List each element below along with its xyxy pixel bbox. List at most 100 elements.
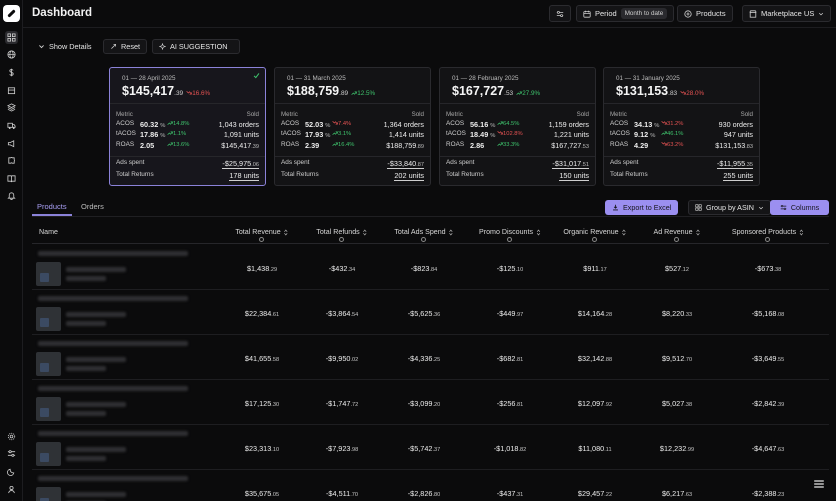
metric-number: 2.86: [470, 141, 485, 150]
column-title: Promo Discounts: [478, 228, 534, 236]
table-cell: $41,655.58: [245, 354, 279, 363]
ads-spent-value[interactable]: -$25,975.06: [222, 159, 259, 169]
user-nav-button[interactable]: [5, 483, 18, 496]
layers-nav-button[interactable]: [5, 101, 18, 114]
ai-suggestion-label: AI SUGGESTION: [170, 42, 228, 51]
ai-suggestion-button[interactable]: AI SUGGESTION: [152, 39, 240, 54]
sold-amount: 1,364 orders: [383, 120, 424, 129]
table-row[interactable]: $17,125.30 -$1,747.72 -$3,099.20 -$256.81 $1…: [32, 380, 829, 425]
reset-button[interactable]: Reset: [103, 39, 148, 54]
product-thumbnail[interactable]: [36, 397, 61, 421]
ads-spent-value[interactable]: -$33,840.87: [387, 159, 424, 169]
metric-unit: %: [160, 123, 166, 129]
table-row[interactable]: $41,655.58 -$9,950.02 -$4,336.25 -$682.81 $3…: [32, 335, 829, 380]
bell-nav-button[interactable]: [5, 189, 18, 202]
sold-amount: $167,727: [551, 141, 582, 150]
period-card[interactable]: 01 — 28 February 2025 $167,727.53 27.9% Met…: [439, 67, 596, 186]
total-amount: $145,417: [122, 84, 175, 98]
tab-orders[interactable]: Orders: [81, 202, 104, 211]
info-icon[interactable]: [421, 237, 426, 242]
cell-cents: .88: [604, 357, 613, 363]
truck-nav-button[interactable]: [5, 119, 18, 132]
card-date-range: 01 — 28 April 2025: [122, 75, 176, 82]
box-icon: [7, 87, 16, 95]
table-row[interactable]: $23,313.10 -$7,923.98 -$5,742.37 -$1,018.82…: [32, 425, 829, 470]
product-thumbnail[interactable]: [36, 262, 61, 286]
box-nav-button[interactable]: [5, 84, 18, 97]
table-cell: -$256.81: [497, 399, 523, 408]
total-returns-value[interactable]: 178 units: [229, 171, 259, 181]
settings-nav-button[interactable]: [5, 430, 18, 443]
products-selector[interactable]: Products: [677, 5, 733, 22]
megaphone-nav-button[interactable]: [5, 137, 18, 150]
metric-value: 34.13 %: [634, 120, 659, 129]
puzzle-nav-button[interactable]: [5, 154, 18, 167]
period-card[interactable]: 01 — 31 January 2025 $131,153.83 28.0% Metr…: [603, 67, 760, 186]
column-header-total-ads-spend[interactable]: Total Ads Spend: [394, 228, 453, 236]
metric-label: tACOS: [116, 130, 136, 137]
metric-number: 2.39: [305, 141, 320, 150]
info-icon[interactable]: [765, 237, 770, 242]
product-name-redacted: [38, 296, 188, 301]
ads-spent-row: Ads spent -$11,955.35: [610, 159, 753, 169]
total-returns-value[interactable]: 255 units: [723, 171, 753, 181]
ads-spent-value[interactable]: -$11,955.35: [716, 159, 753, 169]
total-returns-value[interactable]: 202 units: [394, 171, 424, 181]
period-card[interactable]: 01 — 28 April 2025 $145,417.39 16.6% Metric…: [109, 67, 266, 186]
period-card[interactable]: 01 — 31 March 2025 $188,759.89 12.5% Metric…: [274, 67, 431, 186]
cell-cents: .63: [684, 492, 693, 498]
dollar-nav-button[interactable]: [5, 66, 18, 79]
cell-cents: .63: [776, 447, 785, 453]
sold-value: 1,414 units: [389, 130, 424, 139]
info-icon[interactable]: [674, 237, 679, 242]
book-nav-button[interactable]: [5, 172, 18, 185]
period-selector[interactable]: Period Month to date: [576, 5, 675, 22]
cell-cents: .54: [350, 312, 359, 318]
column-header-promo-discounts[interactable]: Promo Discounts: [479, 228, 541, 236]
export-excel-button[interactable]: Export to Excel: [605, 200, 679, 215]
table-row[interactable]: $35,675.05 -$4,511.70 -$2,826.80 -$437.31 $2…: [32, 470, 829, 501]
info-icon[interactable]: [339, 237, 344, 242]
reset-label: Reset: [121, 42, 141, 51]
metric-number: 18.49: [470, 130, 489, 139]
show-details-button[interactable]: Show Details: [32, 39, 98, 54]
product-thumbnail[interactable]: [36, 487, 61, 501]
metric-row: ROAS 2.39 16.4% $188,759.89: [275, 141, 430, 151]
columns-button[interactable]: Columns: [770, 200, 829, 215]
product-thumbnail[interactable]: [36, 442, 61, 466]
table-cell: $9,512.70: [662, 354, 692, 363]
column-header-name[interactable]: Name: [39, 228, 58, 236]
cell-amount: -$823: [410, 264, 430, 273]
column-header-sponsored-products[interactable]: Sponsored Products: [732, 228, 804, 236]
app-logo[interactable]: [3, 5, 20, 22]
ads-cents: .35: [745, 162, 753, 168]
info-icon[interactable]: [592, 237, 597, 242]
globe-nav-button[interactable]: [5, 48, 18, 61]
grid-nav-button[interactable]: [5, 31, 18, 44]
marketplace-selector[interactable]: Marketplace US: [742, 5, 832, 22]
menu-icon[interactable]: [813, 478, 825, 490]
filter-toggle-button[interactable]: [549, 5, 571, 22]
info-icon[interactable]: [259, 237, 264, 242]
group-by-asin-button[interactable]: Group by ASIN: [688, 200, 771, 215]
product-thumbnail[interactable]: [36, 352, 61, 376]
total-returns-value[interactable]: 150 units: [559, 171, 589, 181]
table-cell: $23,313.10: [245, 444, 279, 453]
info-icon[interactable]: [507, 237, 512, 242]
table-row[interactable]: $1,438.29 -$432.34 -$823.84 -$125.10 $911.17…: [32, 245, 829, 290]
column-header-ad-revenue[interactable]: Ad Revenue: [653, 228, 700, 236]
sliders-nav-button[interactable]: [5, 447, 18, 460]
moon-nav-button[interactable]: [5, 465, 18, 478]
sold-value: 1,221 units: [554, 130, 589, 139]
column-header-total-refunds[interactable]: Total Refunds: [316, 228, 367, 236]
sold-amount: $188,759: [386, 141, 417, 150]
column-header-organic-revenue[interactable]: Organic Revenue: [563, 228, 626, 236]
metric-number: 17.86: [140, 130, 159, 139]
metric-row: tACOS 18.49 % 102.8% 1,221 units: [440, 130, 595, 140]
column-header-total-revenue[interactable]: Total Revenue: [235, 228, 288, 236]
table-row[interactable]: $22,384.61 -$3,864.54 -$5,625.36 -$449.97 $1…: [32, 290, 829, 335]
product-thumbnail[interactable]: [36, 307, 61, 331]
table-cell: -$673.38: [755, 264, 781, 273]
tab-products[interactable]: Products: [37, 202, 67, 211]
ads-spent-value[interactable]: -$31,017.51: [552, 159, 589, 169]
